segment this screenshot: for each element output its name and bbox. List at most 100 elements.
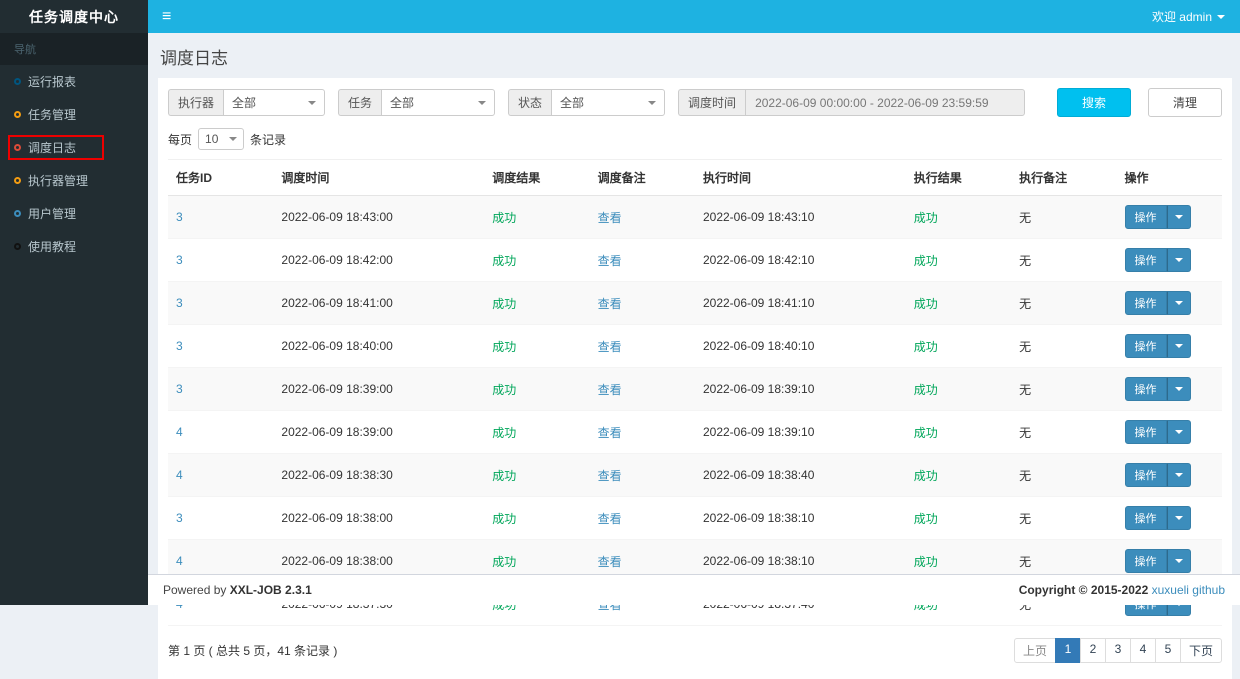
circle-icon [14, 144, 21, 151]
action-cell: 操作 [1117, 325, 1222, 368]
job-id-cell: 4 [168, 411, 273, 454]
job-select-value: 全部 [390, 94, 414, 111]
dispatch-time-cell: 2022-06-09 18:39:00 [273, 411, 484, 454]
chevron-down-icon [1167, 248, 1191, 272]
exec-result-cell: 成功 [906, 325, 1011, 368]
table-row: 3 2022-06-09 18:42:00 成功 查看 2022-06-09 1… [168, 239, 1222, 282]
sidebar-toggle-icon[interactable]: ≡ [148, 0, 185, 33]
page-button-4[interactable]: 4 [1130, 638, 1156, 663]
dispatch-remark-cell: 查看 [590, 325, 695, 368]
job-id-cell: 3 [168, 325, 273, 368]
action-button[interactable]: 操作 [1125, 506, 1191, 530]
status-select[interactable]: 全部 [551, 89, 665, 116]
brand-logo[interactable]: 任务调度中心 [0, 0, 148, 33]
view-link[interactable]: 查看 [598, 383, 622, 397]
dispatch-result-cell: 成功 [484, 239, 589, 282]
action-button[interactable]: 操作 [1125, 248, 1191, 272]
job-filter-label: 任务 [338, 89, 381, 116]
action-button[interactable]: 操作 [1125, 463, 1191, 487]
job-id-link[interactable]: 4 [176, 425, 183, 439]
page-button-5[interactable]: 5 [1155, 638, 1181, 663]
circle-icon [14, 177, 21, 184]
sidebar-item-label: 运行报表 [28, 73, 76, 90]
sidebar-item-run-report[interactable]: 运行报表 [0, 65, 148, 98]
brand-version: XXL-JOB 2.3.1 [230, 583, 312, 597]
sidebar-section-label: 导航 [0, 33, 148, 65]
clear-button[interactable]: 清理 [1148, 88, 1222, 117]
job-id-link[interactable]: 3 [176, 210, 183, 224]
job-id-link[interactable]: 3 [176, 296, 183, 310]
view-link[interactable]: 查看 [598, 426, 622, 440]
job-select[interactable]: 全部 [381, 89, 495, 116]
job-id-link[interactable]: 3 [176, 382, 183, 396]
dispatch-result-cell: 成功 [484, 454, 589, 497]
dispatch-time-range-input[interactable]: 2022-06-09 00:00:00 - 2022-06-09 23:59:5… [745, 89, 1025, 116]
view-link[interactable]: 查看 [598, 254, 622, 268]
action-button[interactable]: 操作 [1125, 205, 1191, 229]
action-button[interactable]: 操作 [1125, 377, 1191, 401]
exec-remark-cell: 无 [1011, 411, 1116, 454]
executor-select[interactable]: 全部 [223, 89, 325, 116]
view-link[interactable]: 查看 [598, 555, 622, 569]
page-button-3[interactable]: 3 [1105, 638, 1131, 663]
next-page-button[interactable]: 下页 [1180, 638, 1222, 663]
action-button[interactable]: 操作 [1125, 291, 1191, 315]
prev-page-button[interactable]: 上页 [1014, 638, 1056, 663]
time-filter-group: 调度时间 2022-06-09 00:00:00 - 2022-06-09 23… [678, 89, 1025, 116]
sidebar-item-dispatch-log[interactable]: 调度日志 [0, 131, 148, 164]
dispatch-time-cell: 2022-06-09 18:38:00 [273, 497, 484, 540]
page-size-select[interactable]: 10 [198, 128, 244, 150]
chevron-down-icon [229, 137, 237, 141]
user-menu[interactable]: 欢迎 admin [1137, 0, 1240, 33]
page-size-value: 10 [205, 132, 218, 146]
action-button[interactable]: 操作 [1125, 334, 1191, 358]
job-id-link[interactable]: 3 [176, 253, 183, 267]
sidebar-item-label: 用户管理 [28, 205, 76, 222]
chevron-down-icon [1167, 377, 1191, 401]
copyright-text: Copyright © 2015-2022 [1019, 583, 1149, 597]
executor-filter-group: 执行器 全部 [168, 89, 325, 116]
dispatch-result-cell: 成功 [484, 282, 589, 325]
job-id-link[interactable]: 4 [176, 554, 183, 568]
dispatch-time-cell: 2022-06-09 18:42:00 [273, 239, 484, 282]
search-button[interactable]: 搜索 [1057, 88, 1131, 117]
job-filter-group: 任务 全部 [338, 89, 495, 116]
dispatch-time-cell: 2022-06-09 18:41:00 [273, 282, 484, 325]
xuxueli-link[interactable]: xuxueli [1152, 583, 1189, 597]
table-row: 3 2022-06-09 18:38:00 成功 查看 2022-06-09 1… [168, 497, 1222, 540]
table-row: 3 2022-06-09 18:41:00 成功 查看 2022-06-09 1… [168, 282, 1222, 325]
view-link[interactable]: 查看 [598, 340, 622, 354]
view-link[interactable]: 查看 [598, 512, 622, 526]
page-size-control: 每页 10 条记录 [168, 126, 1222, 159]
filter-bar: 执行器 全部 任务 全部 状态 全部 [168, 86, 1222, 126]
action-cell: 操作 [1117, 497, 1222, 540]
status-filter-group: 状态 全部 [508, 89, 665, 116]
view-link[interactable]: 查看 [598, 211, 622, 225]
view-link[interactable]: 查看 [598, 469, 622, 483]
page-size-suffix: 条记录 [250, 131, 286, 148]
powered-by: Powered by XXL-JOB 2.3.1 [163, 583, 312, 597]
executor-filter-label: 执行器 [168, 89, 223, 116]
job-id-link[interactable]: 3 [176, 511, 183, 525]
github-link[interactable]: github [1192, 583, 1225, 597]
page-button-1[interactable]: 1 [1055, 638, 1081, 663]
sidebar-item-job-manage[interactable]: 任务管理 [0, 98, 148, 131]
chevron-down-icon [478, 101, 486, 105]
action-button[interactable]: 操作 [1125, 549, 1191, 573]
table-header-row: 任务ID 调度时间 调度结果 调度备注 执行时间 执行结果 执行备注 操作 [168, 160, 1222, 196]
action-button[interactable]: 操作 [1125, 420, 1191, 444]
sidebar-item-help[interactable]: 使用教程 [0, 230, 148, 263]
exec-remark-cell: 无 [1011, 196, 1116, 239]
chevron-down-icon [648, 101, 656, 105]
sidebar-item-executor-manage[interactable]: 执行器管理 [0, 164, 148, 197]
job-id-link[interactable]: 3 [176, 339, 183, 353]
view-link[interactable]: 查看 [598, 297, 622, 311]
exec-time-cell: 2022-06-09 18:40:10 [695, 325, 906, 368]
top-header: 任务调度中心 ≡ 欢迎 admin [0, 0, 1240, 33]
job-id-link[interactable]: 4 [176, 468, 183, 482]
sidebar-item-user-manage[interactable]: 用户管理 [0, 197, 148, 230]
chevron-down-icon [1167, 420, 1191, 444]
exec-remark-cell: 无 [1011, 454, 1116, 497]
circle-icon [14, 111, 21, 118]
page-button-2[interactable]: 2 [1080, 638, 1106, 663]
